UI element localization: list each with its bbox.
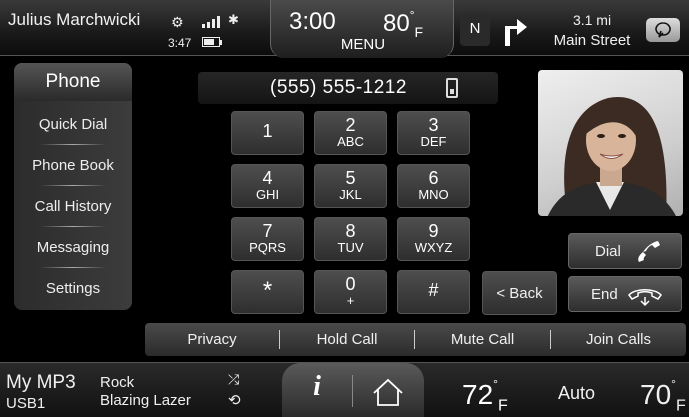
nav-item-quick-dial[interactable]: Quick Dial [14,105,132,145]
key-hash[interactable]: # [397,270,470,314]
call-options-bar: Privacy Hold Call Mute Call Join Calls [145,323,686,356]
media-source[interactable]: My MP3 [6,373,76,392]
battery-icon [202,37,222,47]
join-calls-button[interactable]: Join Calls [551,323,686,356]
voice-command-button[interactable] [646,18,680,42]
phone-menu-title[interactable]: Phone [14,63,132,101]
key-3[interactable]: 3 DEF [397,111,470,155]
key-8[interactable]: 8 TUV [314,217,387,261]
bottom-center-controls: i [282,363,424,417]
menu-label: MENU [340,36,386,53]
privacy-button[interactable]: Privacy [145,323,279,356]
signal-strength-icon [202,16,222,28]
dial-button[interactable]: Dial [568,233,682,269]
bottom-bar: My MP3 USB1 Rock Blazing Lazer ⤮ ⟲ i 72°… [0,362,689,417]
nav-item-settings[interactable]: Settings [14,269,132,309]
compass-icon: N [460,14,490,46]
menu-button[interactable]: 3:00 80°F MENU [270,0,454,58]
hang-up-icon [628,289,662,307]
bluetooth-icon: ✱ [228,12,239,27]
key-5[interactable]: 5 JKL [314,164,387,208]
hold-call-button[interactable]: Hold Call [280,323,414,356]
clock: 3:00 [289,8,336,35]
shuffle-icon[interactable]: ⤮ [228,371,239,388]
info-button[interactable]: i [282,371,352,413]
key-1[interactable]: 1 [231,111,304,155]
right-turn-arrow-icon [505,19,527,46]
key-4[interactable]: 4 GHI [231,164,304,208]
handset-icon [638,241,660,262]
key-7[interactable]: 7 PQRS [231,217,304,261]
key-9[interactable]: 9 WXYZ [397,217,470,261]
nav-item-phone-book[interactable]: Phone Book [14,146,132,186]
home-button[interactable] [356,371,420,413]
nav-item-messaging[interactable]: Messaging [14,228,132,268]
nav-item-call-history[interactable]: Call History [14,187,132,227]
mute-call-button[interactable]: Mute Call [415,323,550,356]
home-icon [373,378,403,406]
media-device: USB1 [6,395,46,412]
phone-settings-icon: ⚙ [171,14,184,30]
top-status-bar: Julius Marchwicki ⚙ ✱ 3:47 3:00 80°F MEN… [0,0,689,58]
driver-temperature[interactable]: 72°F [462,377,508,416]
dialed-number-display: (555) 555-1212 [198,72,498,104]
info-icon: i [313,371,321,402]
end-call-button[interactable]: End [568,276,682,312]
key-6[interactable]: 6 MNO [397,164,470,208]
end-label: End [591,286,618,303]
mobile-phone-icon [446,78,458,98]
phone-menu: Phone Quick Dial Phone Book Call History… [14,63,132,310]
passenger-temperature[interactable]: 70°F [640,377,686,416]
media-genre: Rock [100,374,135,391]
key-0[interactable]: 0 + [314,270,387,314]
nav-street: Main Street [553,32,631,49]
key-2[interactable]: 2 ABC [314,111,387,155]
nav-distance: 3.1 mi [572,12,612,28]
climate-mode[interactable]: Auto [558,383,595,404]
media-artist: Blazing Lazer [100,392,191,409]
back-button[interactable]: < Back [482,271,557,315]
key-star[interactable]: * [231,270,304,314]
user-name: Julius Marchwicki [8,10,141,29]
dialed-number: (555) 555-1212 [270,77,407,98]
phone-clock: 3:47 [168,36,192,50]
divider [352,375,353,407]
dial-label: Dial [595,243,621,260]
contact-photo [538,70,683,216]
repeat-icon[interactable]: ⟲ [228,391,241,409]
voice-icon [655,22,671,38]
